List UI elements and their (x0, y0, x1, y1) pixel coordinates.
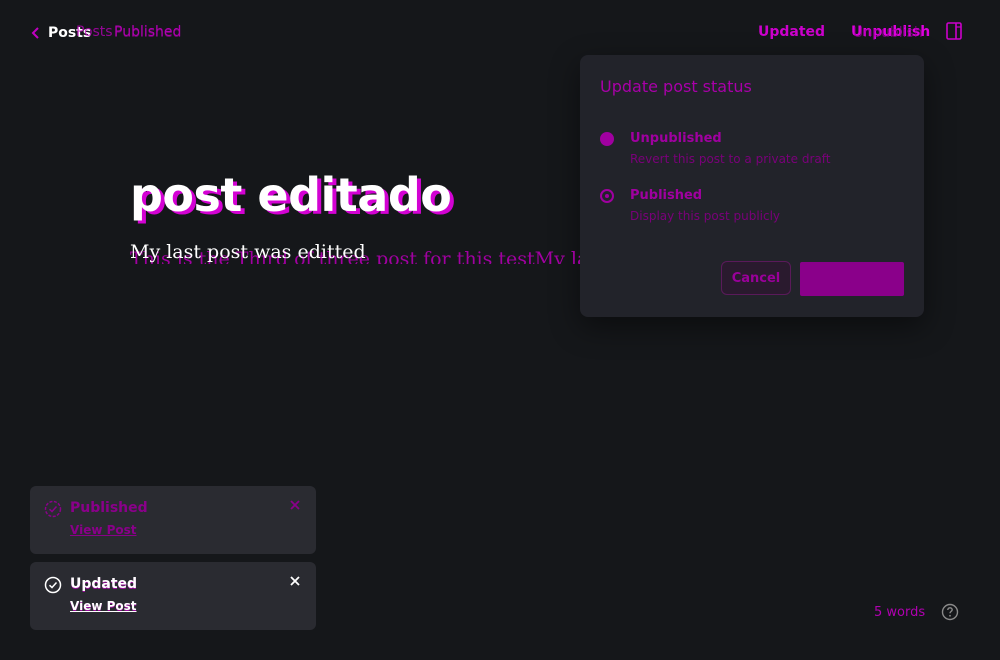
option-description: Display this post publicly (630, 209, 781, 223)
check-circle-icon (44, 576, 62, 594)
post-title-text: post editado (130, 168, 452, 222)
popover-title: Update post status (600, 77, 752, 96)
close-icon[interactable] (289, 575, 301, 587)
question-circle-icon[interactable] (941, 603, 959, 621)
toast-published: Published View Post (30, 486, 316, 554)
view-post-link-text: View Post (70, 599, 137, 613)
radio-selected-icon[interactable] (600, 132, 614, 146)
chevron-left-icon (31, 27, 39, 39)
check-circle-icon (44, 500, 62, 518)
unpublish-menu-button[interactable]: Unpublish Unpublish (851, 24, 930, 41)
unpublish-ghost: Unpublish (853, 25, 923, 41)
view-post-link[interactable]: View Post View Post (70, 599, 137, 614)
close-icon[interactable] (289, 499, 301, 511)
post-title[interactable]: post editado post editado (130, 166, 456, 225)
update-status-popover: Update post status Unpublished Revert th… (580, 55, 924, 317)
post-status: Published Published (114, 24, 182, 41)
word-count: 5 words (874, 605, 926, 620)
toast-title: Updated Updated (70, 576, 138, 593)
cancel-button[interactable]: Cancel (721, 261, 791, 295)
toast-title: Published (70, 500, 148, 516)
update-button[interactable]: Updated (758, 24, 825, 40)
post-body-editor[interactable]: My last post was editted This is the Thi… (130, 240, 580, 264)
settings-panel-icon[interactable] (946, 22, 962, 40)
post-status-ghost: Published (114, 25, 182, 41)
option-label: Unpublished (630, 131, 722, 146)
back-to-posts-link[interactable]: Posts Posts (30, 24, 113, 42)
post-body-text: My last post was editted (130, 241, 366, 263)
option-label: Published (630, 188, 703, 203)
view-post-link[interactable]: View Post (70, 523, 137, 537)
radio-unselected-icon[interactable] (600, 189, 614, 203)
confirm-unpublish-button[interactable]: Unpublish (800, 262, 904, 296)
toast-updated: Updated Updated View Post View Post (30, 562, 316, 630)
option-description: Revert this post to a private draft (630, 152, 831, 166)
back-label-ghost: Posts (76, 24, 113, 40)
toast-title-text: Updated (70, 576, 138, 592)
